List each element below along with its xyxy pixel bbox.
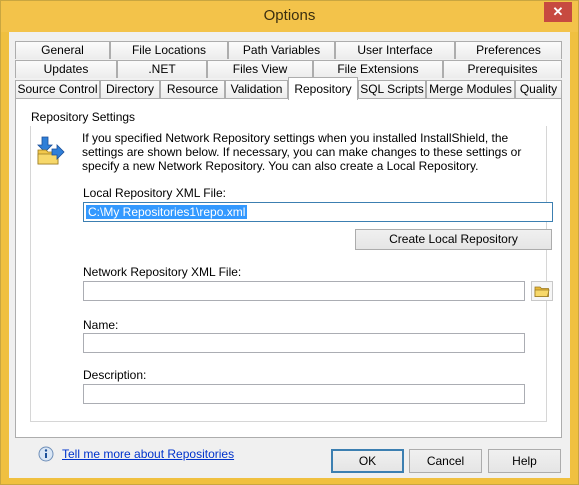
local-repository-field[interactable]: C:\My Repositories1\repo.xml [83, 202, 553, 222]
tab-validation[interactable]: Validation [225, 80, 288, 98]
description-field[interactable] [83, 384, 525, 404]
info-icon [38, 446, 54, 462]
network-repository-field[interactable] [83, 281, 525, 301]
help-link[interactable]: Tell me more about Repositories [62, 447, 234, 461]
repository-panel: Repository Settings If you specified Net… [15, 98, 562, 462]
tab-source-control[interactable]: Source Control [15, 80, 100, 98]
cancel-button[interactable]: Cancel [409, 449, 482, 473]
create-local-repository-button[interactable]: Create Local Repository [355, 229, 552, 250]
tab-files-view[interactable]: Files View [207, 60, 313, 78]
info-text: If you specified Network Repository sett… [82, 131, 522, 173]
options-dialog: Options ✕ General File Locations Path Va… [0, 0, 579, 485]
network-repository-label: Network Repository XML File: [83, 265, 242, 279]
tab-file-locations[interactable]: File Locations [110, 41, 228, 59]
description-label: Description: [83, 368, 147, 382]
tab-prerequisites[interactable]: Prerequisites [443, 60, 562, 78]
window-title: Options [263, 7, 316, 24]
tab-resource[interactable]: Resource [160, 80, 225, 98]
local-repository-value: C:\My Repositories1\repo.xml [86, 205, 248, 219]
browse-button[interactable] [531, 281, 553, 301]
help-button[interactable]: Help [488, 449, 561, 473]
tab-quality[interactable]: Quality [515, 80, 562, 98]
ok-button[interactable]: OK [331, 449, 404, 473]
repository-transfer-icon [36, 136, 66, 166]
dialog-client: General File Locations Path Variables Us… [9, 32, 570, 478]
tab-updates[interactable]: Updates [15, 60, 117, 78]
group-title: Repository Settings [31, 110, 136, 124]
name-field[interactable] [83, 333, 525, 353]
folder-icon [534, 286, 550, 297]
tab-sql-scripts[interactable]: SQL Scripts [358, 80, 426, 98]
tab-dotnet[interactable]: .NET [117, 60, 207, 78]
tab-repository[interactable]: Repository [288, 77, 358, 100]
tab-merge-modules[interactable]: Merge Modules [426, 80, 515, 98]
name-label: Name: [83, 318, 119, 332]
tab-path-variables[interactable]: Path Variables [228, 41, 335, 59]
tab-directory[interactable]: Directory [100, 80, 160, 98]
tab-file-extensions[interactable]: File Extensions [313, 60, 443, 78]
close-button[interactable]: ✕ [544, 2, 572, 22]
title-bar[interactable]: Options ✕ [1, 1, 578, 32]
tab-general[interactable]: General [15, 41, 110, 59]
tab-preferences[interactable]: Preferences [455, 41, 562, 59]
local-repository-label: Local Repository XML File: [83, 186, 226, 200]
tab-user-interface[interactable]: User Interface [335, 41, 455, 59]
